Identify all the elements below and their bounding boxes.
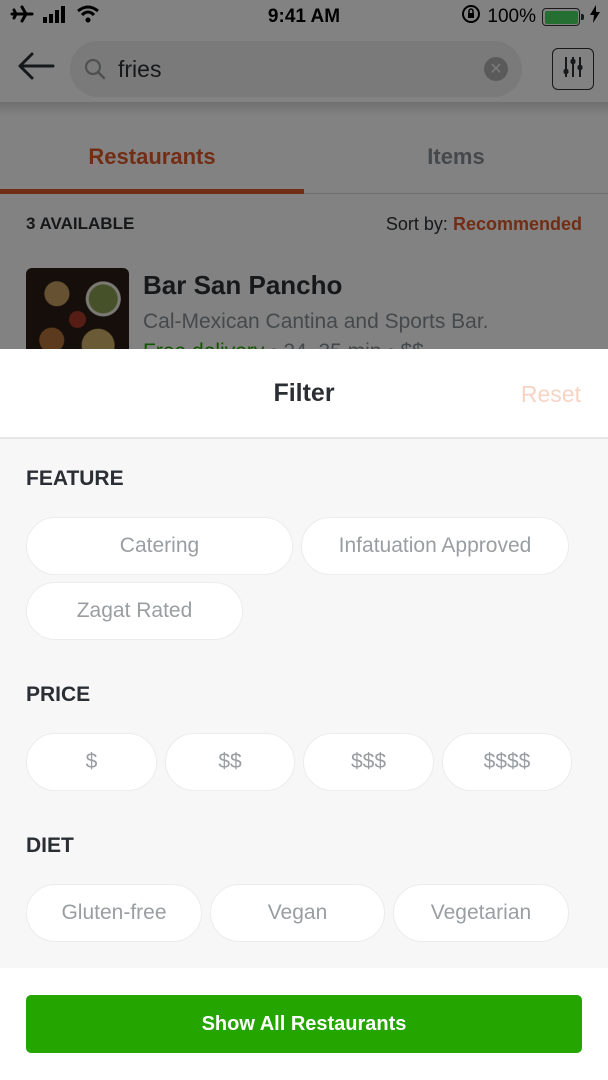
filter-section-feature: FEATURE Catering Infatuation Approved Za… (26, 467, 582, 640)
reset-button[interactable]: Reset (521, 349, 581, 439)
filter-chip-price-1[interactable]: $ (26, 733, 157, 791)
section-title: PRICE (26, 683, 91, 706)
section-title: DIET (26, 834, 74, 857)
section-title: FEATURE (26, 467, 124, 490)
filter-chip-price-4[interactable]: $$$$ (442, 733, 572, 791)
filter-header: Filter Reset (0, 349, 608, 439)
filter-chip-infatuation-approved[interactable]: Infatuation Approved (301, 517, 569, 575)
filter-chip-vegan[interactable]: Vegan (210, 884, 385, 942)
filter-chip-price-3[interactable]: $$$ (303, 733, 434, 791)
filter-chip-catering[interactable]: Catering (26, 517, 293, 575)
filter-chip-gluten-free[interactable]: Gluten-free (26, 884, 202, 942)
filter-section-price: PRICE $ $$ $$$ $$$$ (26, 683, 582, 791)
filter-chip-zagat-rated[interactable]: Zagat Rated (26, 582, 243, 640)
filter-chip-vegetarian[interactable]: Vegetarian (393, 884, 569, 942)
filter-title: Filter (273, 378, 335, 407)
filter-sheet: Filter Reset FEATURE Catering Infatuatio… (0, 349, 608, 1080)
show-all-restaurants-button[interactable]: Show All Restaurants (26, 995, 582, 1053)
filter-section-diet: DIET Gluten-free Vegan Vegetarian (26, 834, 582, 942)
filter-chip-price-2[interactable]: $$ (165, 733, 295, 791)
filter-footer: Show All Restaurants (0, 968, 608, 1080)
